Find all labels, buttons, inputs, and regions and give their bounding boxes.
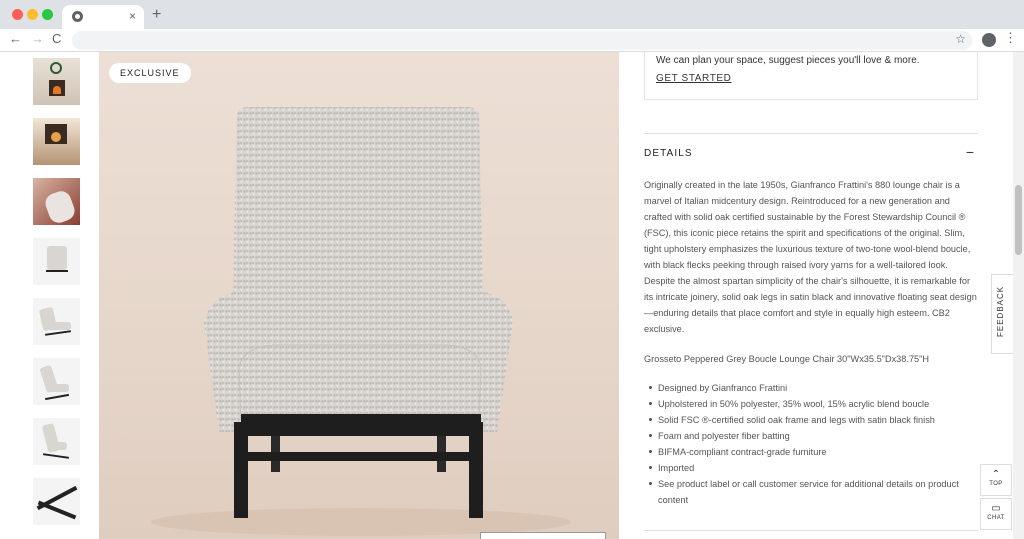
feature-item: Upholstered in 50% polyester, 35% wool, … <box>644 396 978 412</box>
chrome-favicon-icon <box>72 11 83 22</box>
browser-menu-icon[interactable]: ⋮ <box>1004 30 1017 46</box>
browser-toolbar: ← → C ☆ ⋮ <box>0 29 1024 52</box>
wreath-shape <box>50 62 62 74</box>
bookmark-star-icon[interactable]: ☆ <box>955 32 966 46</box>
chair-shape <box>47 246 67 270</box>
thumbnail-side-view[interactable] <box>33 358 80 405</box>
thumbnail-angle-view[interactable] <box>33 298 80 345</box>
feature-item: Solid FSC ®-certified solid oak frame an… <box>644 412 978 428</box>
details-accordion-header[interactable]: DETAILS − <box>644 133 978 169</box>
chair-base-shape <box>45 393 69 401</box>
page-scrollbar[interactable] <box>1013 52 1024 539</box>
maximize-window-button[interactable] <box>42 9 53 20</box>
section-divider <box>644 530 978 531</box>
thumbnail-detail-closeup[interactable] <box>33 178 80 225</box>
scrollbar-thumb[interactable] <box>1015 185 1022 255</box>
lounge-chair-illustration <box>151 107 571 536</box>
hero-overlay-box <box>480 532 606 539</box>
chair-shape <box>42 188 78 225</box>
back-arrow-icon[interactable]: ← <box>9 31 22 46</box>
chair-base-shape <box>42 453 70 459</box>
chair-leg-shape <box>37 500 77 520</box>
chat-bubble-icon: ▭ <box>991 503 1001 514</box>
chair-seat-shape <box>49 384 69 392</box>
feedback-tab[interactable]: FEEDBACK <box>991 274 1013 354</box>
feedback-label: FEEDBACK <box>996 285 1005 337</box>
chat-button[interactable]: ▭ CHAT <box>980 498 1012 530</box>
profile-avatar-icon[interactable] <box>982 33 996 47</box>
promo-text: We can plan your space, suggest pieces y… <box>656 55 920 66</box>
thumbnail-profile-view[interactable] <box>33 418 80 465</box>
browser-tabstrip: × + <box>0 0 1024 29</box>
thumbnail-leg-detail[interactable] <box>33 478 80 525</box>
chair-base-shape <box>44 330 72 336</box>
address-bar[interactable]: ☆ <box>72 31 972 50</box>
forward-arrow-icon[interactable]: → <box>31 31 44 46</box>
product-dimensions: Grosseto Peppered Grey Boucle Lounge Cha… <box>644 354 930 364</box>
thumbnail-fireplace-scene[interactable] <box>33 58 80 105</box>
feature-item: Foam and polyester fiber batting <box>644 428 978 444</box>
product-hero-image[interactable]: EXCLUSIVE <box>99 52 619 539</box>
chair-front-left-leg <box>234 422 248 518</box>
minimize-window-button[interactable] <box>27 9 38 20</box>
chair-front-right-leg <box>469 422 483 518</box>
chair-frame-rail <box>241 414 481 436</box>
thumbnail-front-view[interactable] <box>33 238 80 285</box>
feature-item: BIFMA-compliant contract-grade furniture <box>644 444 978 460</box>
product-page: EXCLUSIVE We can plan your space, sugges… <box>0 52 1024 539</box>
top-label: TOP <box>989 481 1003 487</box>
browser-tab[interactable]: × <box>62 5 144 29</box>
chair-seat-cushion <box>238 344 482 421</box>
chevron-up-icon: ⌃ <box>991 469 1001 480</box>
feature-item: Imported <box>644 460 978 476</box>
thumbnail-living-room[interactable] <box>33 118 80 165</box>
feature-item: Designed by Gianfranco Frattini <box>644 380 978 396</box>
close-window-button[interactable] <box>12 9 23 20</box>
reload-icon[interactable]: C <box>52 31 61 46</box>
get-started-link[interactable]: GET STARTED <box>656 73 732 84</box>
flame-shape <box>53 86 61 94</box>
chat-label: CHAT <box>987 515 1005 521</box>
exclusive-badge: EXCLUSIVE <box>109 63 191 83</box>
design-services-promo: We can plan your space, suggest pieces y… <box>644 52 978 100</box>
back-to-top-button[interactable]: ⌃ TOP <box>980 464 1012 496</box>
chair-stretcher <box>248 452 469 461</box>
thumbnail-strip <box>33 58 80 538</box>
flame-shape <box>51 132 61 142</box>
chair-base-shape <box>46 270 68 272</box>
tab-close-icon[interactable]: × <box>129 9 136 23</box>
feature-item: See product label or call customer servi… <box>644 476 978 508</box>
chair-seat-shape <box>47 322 71 330</box>
chair-backrest <box>233 107 483 297</box>
details-heading: DETAILS <box>644 148 693 159</box>
chair-seat-shape <box>49 442 67 450</box>
new-tab-button[interactable]: + <box>152 6 161 24</box>
product-feature-list: Designed by Gianfranco Frattini Upholste… <box>644 380 978 508</box>
product-description: Originally created in the late 1950s, Gi… <box>644 180 977 334</box>
collapse-minus-icon[interactable]: − <box>966 144 974 160</box>
